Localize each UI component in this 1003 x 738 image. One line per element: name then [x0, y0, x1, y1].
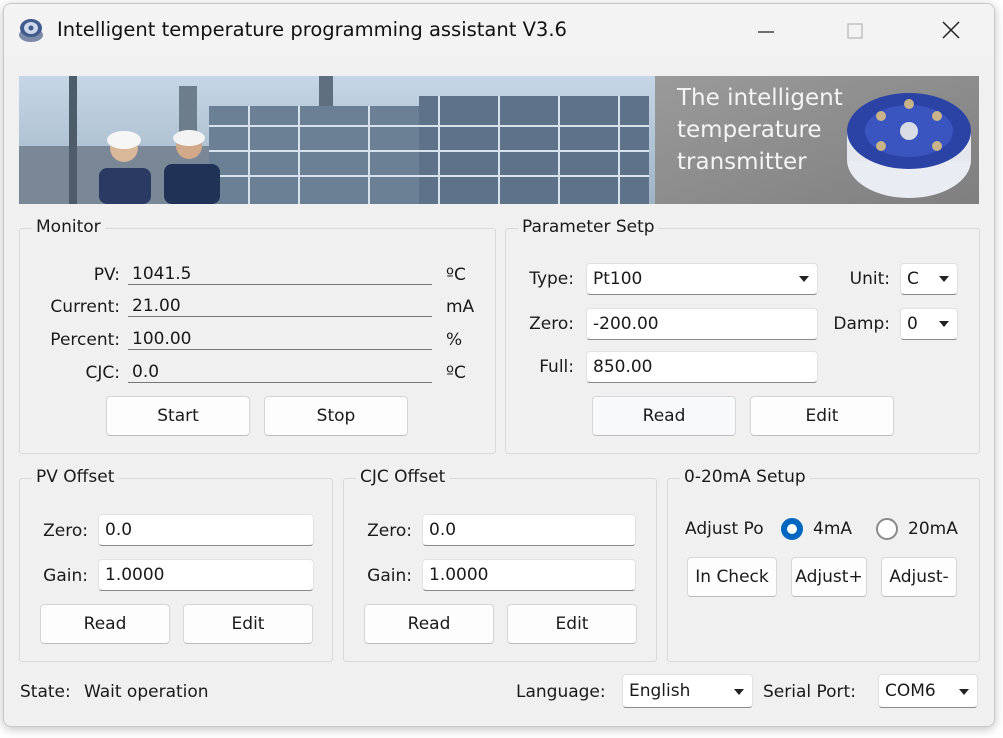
chevron-down-icon — [939, 321, 949, 327]
pv-offset-read-button[interactable]: Read — [40, 604, 170, 644]
param-read-button[interactable]: Read — [592, 396, 736, 436]
adjust-point-text: Adjust Po — [685, 519, 764, 539]
unit-label: Unit: — [849, 269, 890, 289]
pv-unit: ºC — [446, 265, 466, 285]
pv-offset-edit-button[interactable]: Edit — [183, 604, 313, 644]
cjc-offset-group: CJC Offset Zero: 0.0 Gain: 1.0000 Read E… — [343, 467, 657, 662]
adjust-minus-button[interactable]: Adjust- — [881, 557, 957, 597]
radio-20ma-text: 20mA — [908, 519, 958, 539]
close-button[interactable] — [922, 4, 982, 56]
cjc-offset-read-button[interactable]: Read — [364, 604, 494, 644]
title-bar: Intelligent temperature programming assi… — [4, 4, 994, 56]
cjc-label: CJC: — [85, 363, 120, 383]
radio-20ma-label[interactable]: 20mA — [908, 519, 968, 539]
window-title: Intelligent temperature programming assi… — [57, 18, 567, 41]
current-label: Current: — [50, 297, 120, 317]
full-input[interactable]: 850.00 — [586, 351, 818, 383]
cjc-offset-zero-input[interactable]: 0.0 — [422, 514, 636, 546]
cjc-unit: ºC — [446, 363, 466, 383]
pv-label: PV: — [93, 265, 120, 285]
pv-offset-group: PV Offset Zero: 0.0 Gain: 1.0000 Read Ed… — [19, 467, 333, 662]
adjust-plus-button[interactable]: Adjust+ — [791, 557, 867, 597]
chevron-down-icon — [734, 689, 744, 695]
serial-port-label: Serial Port: — [763, 682, 856, 702]
type-label: Type: — [529, 269, 574, 289]
state-label: State: — [20, 682, 71, 702]
chevron-down-icon — [959, 689, 969, 695]
percent-unit: % — [446, 330, 463, 350]
adjust-point-label: Adjust Po — [685, 519, 771, 539]
radio-4ma-label[interactable]: 4mA — [813, 519, 852, 539]
pv-offset-zero-label: Zero: — [43, 521, 88, 541]
maximize-button[interactable] — [824, 4, 884, 56]
type-select[interactable]: Pt100 — [586, 263, 818, 295]
monitor-title: Monitor — [32, 217, 105, 237]
pv-offset-gain-input[interactable]: 1.0000 — [98, 559, 314, 591]
cjc-offset-title: CJC Offset — [356, 467, 450, 487]
ma-setup-group: 0-20mA Setup Adjust Po 4mA 20mA In Check… — [667, 467, 980, 662]
minimize-button[interactable] — [736, 4, 796, 56]
banner-line-3: transmitter — [677, 149, 807, 175]
pv-offset-title: PV Offset — [32, 467, 119, 487]
header-banner: The intelligent temperature transmitter — [19, 76, 979, 204]
damp-label: Damp: — [833, 314, 890, 334]
parameter-group: Parameter Setp Type: Pt100 Unit: C Zero:… — [505, 217, 980, 454]
unit-select-value: C — [907, 269, 919, 289]
monitor-group: Monitor PV: 1041.5 ºC Current: 21.00 mA … — [19, 217, 496, 454]
ma-setup-title: 0-20mA Setup — [680, 467, 810, 487]
radio-4ma[interactable] — [781, 518, 803, 540]
banner-line-2: temperature — [677, 117, 822, 143]
cjc-offset-gain-label: Gain: — [367, 566, 412, 586]
param-edit-button[interactable]: Edit — [750, 396, 894, 436]
percent-value: 100.00 — [128, 329, 432, 350]
damp-select[interactable]: 0 — [900, 308, 958, 340]
pv-offset-zero-input[interactable]: 0.0 — [98, 514, 314, 546]
unit-select[interactable]: C — [900, 263, 958, 295]
start-button[interactable]: Start — [106, 396, 250, 436]
minimize-icon — [758, 31, 774, 33]
banner-caption: The intelligent temperature transmitter — [677, 82, 867, 178]
in-check-button[interactable]: In Check — [687, 557, 777, 597]
zero-input[interactable]: -200.00 — [586, 308, 818, 340]
damp-select-value: 0 — [907, 314, 918, 334]
language-select-value: English — [629, 681, 691, 701]
main-window: Intelligent temperature programming assi… — [3, 3, 995, 727]
cjc-offset-edit-button[interactable]: Edit — [507, 604, 637, 644]
radio-20ma[interactable] — [876, 518, 898, 540]
chevron-down-icon — [799, 276, 809, 282]
full-label: Full: — [539, 357, 574, 377]
serial-port-select[interactable]: COM6 — [878, 674, 978, 708]
current-value: 21.00 — [128, 296, 432, 317]
pv-offset-gain-label: Gain: — [43, 566, 88, 586]
stop-button[interactable]: Stop — [264, 396, 408, 436]
pv-value: 1041.5 — [128, 264, 432, 285]
language-select[interactable]: English — [622, 674, 753, 708]
parameter-title: Parameter Setp — [518, 217, 659, 237]
type-select-value: Pt100 — [593, 269, 643, 289]
percent-label: Percent: — [50, 330, 120, 350]
cjc-value: 0.0 — [128, 362, 432, 383]
language-label: Language: — [516, 682, 606, 702]
serial-port-select-value: COM6 — [885, 681, 936, 701]
zero-label: Zero: — [529, 314, 574, 334]
state-value: Wait operation — [84, 682, 209, 702]
app-icon — [19, 19, 43, 42]
cjc-offset-zero-label: Zero: — [367, 521, 412, 541]
chevron-down-icon — [939, 276, 949, 282]
close-icon — [942, 21, 960, 39]
cjc-offset-gain-input[interactable]: 1.0000 — [422, 559, 636, 591]
banner-line-1: The intelligent — [677, 85, 843, 111]
current-unit: mA — [446, 297, 475, 317]
maximize-icon — [847, 23, 863, 39]
